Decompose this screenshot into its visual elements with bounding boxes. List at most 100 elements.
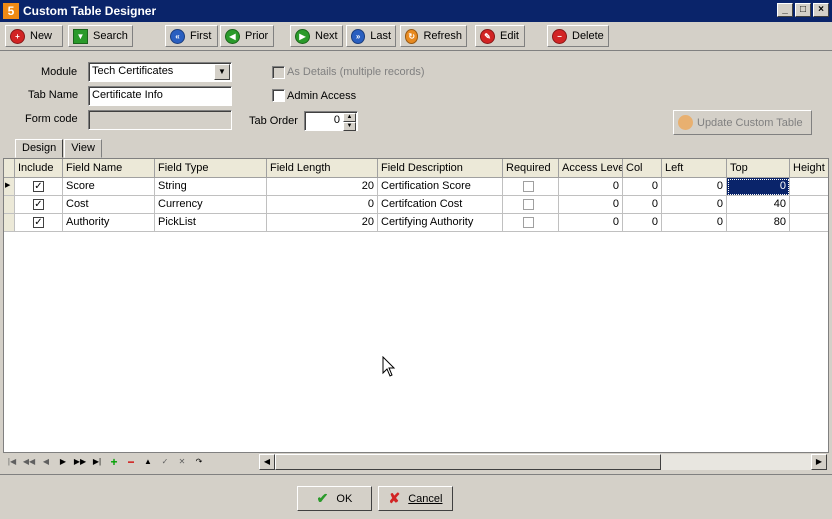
col-top[interactable]: Top (727, 159, 790, 178)
field-name-cell[interactable]: Authority (63, 214, 155, 232)
height-cell[interactable] (790, 214, 828, 232)
include-checkbox[interactable]: ✓ (33, 198, 44, 210)
refresh-button[interactable]: ↻ Refresh (400, 25, 467, 47)
admin-access-checkbox[interactable] (272, 89, 285, 102)
module-select[interactable]: Tech Certificates ▼ (88, 62, 232, 82)
col-cell[interactable]: 0 (623, 178, 662, 196)
nav-post-icon[interactable]: ✓ (157, 455, 173, 470)
scroll-thumb[interactable] (275, 454, 661, 470)
col-cell[interactable]: 0 (623, 196, 662, 214)
left-cell[interactable]: 0 (662, 196, 727, 214)
new-button[interactable]: + New (5, 25, 63, 47)
col-field-length[interactable]: Field Length (267, 159, 378, 178)
access-level-cell[interactable]: 0 (559, 178, 623, 196)
nav-insert-icon[interactable]: + (106, 455, 122, 470)
tab-order-spinner[interactable]: 0 ▲ ▼ (304, 111, 358, 131)
update-custom-table-button[interactable]: Update Custom Table (673, 110, 812, 135)
required-checkbox[interactable] (523, 198, 534, 210)
refresh-icon: ↻ (405, 28, 419, 44)
field-description-cell[interactable]: Certifying Authority (378, 214, 503, 232)
col-left[interactable]: Left (662, 159, 727, 178)
last-button[interactable]: » Last (346, 25, 396, 47)
nav-delete-icon[interactable]: − (123, 455, 139, 470)
field-length-cell[interactable]: 0 (267, 196, 378, 214)
spin-down-icon[interactable]: ▼ (343, 122, 356, 131)
field-description-cell[interactable]: Certifcation Cost (378, 196, 503, 214)
required-cell[interactable] (503, 196, 559, 214)
maximize-button[interactable]: □ (795, 3, 811, 17)
close-button[interactable]: × (813, 3, 829, 17)
col-required[interactable]: Required (503, 159, 559, 178)
required-cell[interactable] (503, 178, 559, 196)
nav-cancel-icon[interactable]: ✕ (174, 455, 190, 470)
next-button[interactable]: ▶ Next (290, 25, 343, 47)
left-cell[interactable]: 0 (662, 214, 727, 232)
field-length-cell[interactable]: 20 (267, 214, 378, 232)
chevron-down-icon[interactable]: ▼ (214, 64, 230, 80)
col-height[interactable]: Height (790, 159, 828, 178)
field-length-cell[interactable]: 20 (267, 178, 378, 196)
access-level-cell[interactable]: 0 (559, 196, 623, 214)
col-col[interactable]: Col (623, 159, 662, 178)
field-type-cell[interactable]: Currency (155, 196, 267, 214)
include-cell[interactable]: ✓ (15, 196, 63, 214)
tab-design[interactable]: Design (15, 139, 64, 158)
as-details-checkbox[interactable] (272, 66, 285, 79)
spin-up-icon[interactable]: ▲ (343, 113, 356, 122)
minimize-button[interactable]: _ (777, 3, 793, 17)
table-row[interactable]: ✓ Cost Currency 0 Certifcation Cost 0 0 … (4, 196, 828, 214)
horizontal-scrollbar[interactable]: ◀ ▶ (259, 454, 827, 470)
required-checkbox[interactable] (523, 180, 534, 192)
nav-next-page-icon[interactable]: ▶▶ (72, 455, 88, 470)
required-cell[interactable] (503, 214, 559, 232)
col-access-level[interactable]: Access Leve (559, 159, 623, 178)
height-cell[interactable] (790, 196, 828, 214)
nav-prior-page-icon[interactable]: ◀◀ (21, 455, 37, 470)
nav-last-icon[interactable]: ▶| (89, 455, 105, 470)
footer: ✔ OK ✘ Cancel (0, 474, 832, 519)
height-cell[interactable] (790, 178, 828, 196)
edit-button[interactable]: ✎ Edit (475, 25, 525, 47)
field-name-cell[interactable]: Cost (63, 196, 155, 214)
search-button[interactable]: ▼ Search (68, 25, 133, 47)
scroll-left-icon[interactable]: ◀ (259, 454, 275, 470)
top-cell-selected[interactable]: 0 (727, 178, 790, 196)
cancel-button[interactable]: ✘ Cancel (378, 486, 453, 511)
col-field-description[interactable]: Field Description (378, 159, 503, 178)
required-checkbox[interactable] (523, 216, 534, 228)
field-description-cell[interactable]: Certification Score (378, 178, 503, 196)
top-cell[interactable]: 40 (727, 196, 790, 214)
field-type-cell[interactable]: PickList (155, 214, 267, 232)
nav-prior-icon[interactable]: ◀ (38, 455, 54, 470)
ok-button[interactable]: ✔ OK (297, 486, 372, 511)
col-include[interactable]: Include (15, 159, 63, 178)
nav-refresh-icon[interactable]: ↷ (191, 455, 207, 470)
left-cell[interactable]: 0 (662, 178, 727, 196)
include-checkbox[interactable]: ✓ (33, 180, 44, 192)
scroll-right-icon[interactable]: ▶ (811, 454, 827, 470)
top-cell[interactable]: 80 (727, 214, 790, 232)
refresh-icon (678, 115, 693, 130)
fields-grid[interactable]: Include Field Name Field Type Field Leng… (3, 158, 829, 471)
include-cell[interactable]: ✓ (15, 214, 63, 232)
col-field-name[interactable]: Field Name (63, 159, 155, 178)
access-level-cell[interactable]: 0 (559, 214, 623, 232)
checkmark-icon: ✔ (316, 490, 329, 506)
field-type-cell[interactable]: String (155, 178, 267, 196)
nav-next-icon[interactable]: ▶ (55, 455, 71, 470)
include-checkbox[interactable]: ✓ (33, 216, 44, 228)
nav-edit-icon[interactable]: ▲ (140, 455, 156, 470)
include-cell[interactable]: ✓ (15, 178, 63, 196)
table-row[interactable]: ▶ ✓ Score String 20 Certification Score … (4, 178, 828, 196)
table-row[interactable]: ✓ Authority PickList 20 Certifying Autho… (4, 214, 828, 232)
tab-view[interactable]: View (64, 139, 102, 158)
first-button[interactable]: « First (165, 25, 218, 47)
col-field-type[interactable]: Field Type (155, 159, 267, 178)
prior-button[interactable]: ◀ Prior (220, 25, 274, 47)
tab-name-input[interactable]: Certificate Info (88, 86, 232, 106)
col-cell[interactable]: 0 (623, 214, 662, 232)
field-name-cell[interactable]: Score (63, 178, 155, 196)
form-code-input[interactable] (88, 110, 232, 130)
delete-button[interactable]: − Delete (547, 25, 609, 47)
nav-first-page-icon[interactable]: |◀ (4, 455, 20, 470)
